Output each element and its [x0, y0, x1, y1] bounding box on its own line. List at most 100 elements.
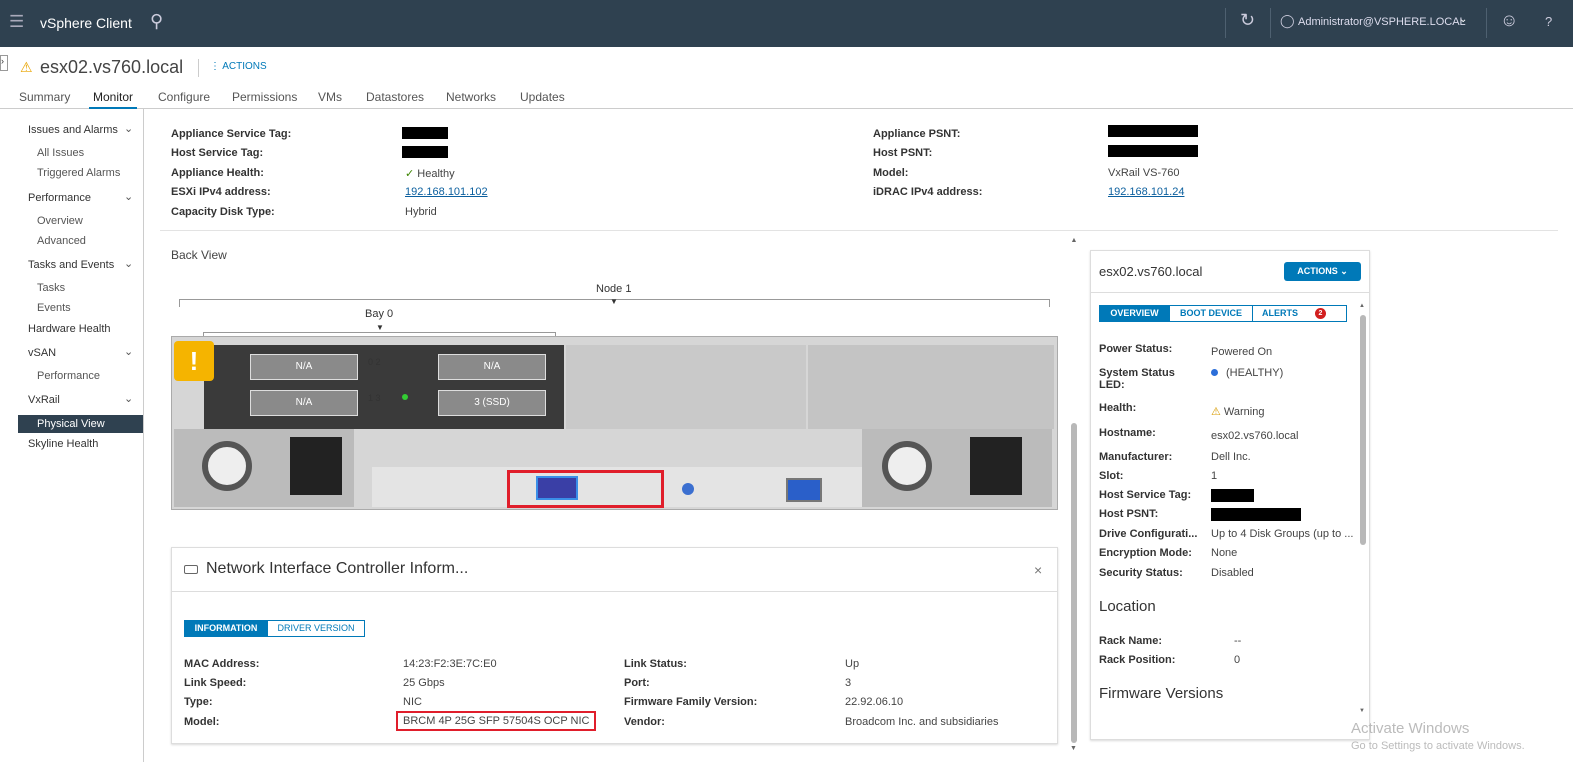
- group-label: Performance: [28, 192, 91, 204]
- link-status-value: Up: [845, 658, 860, 670]
- manufacturer-label: Manufacturer:: [1099, 451, 1173, 463]
- encryption-mode-label: Encryption Mode:: [1099, 547, 1192, 559]
- chevron-down-icon: ⌄: [124, 258, 134, 270]
- nic-info-panel: Network Interface Controller Inform... ×…: [171, 547, 1058, 744]
- slot-numbers: 1 3: [368, 393, 381, 403]
- host-panel-title: esx02.vs760.local: [1099, 264, 1203, 279]
- actions-label: ACTIONS: [1297, 266, 1338, 276]
- warning-icon[interactable]: !: [174, 341, 214, 381]
- tab-overview[interactable]: OVERVIEW: [1099, 305, 1170, 322]
- appliance-health-value: ✓ Healthy: [405, 167, 455, 180]
- help-icon[interactable]: ?: [1545, 14, 1552, 29]
- esxi-ipv4-link[interactable]: 192.168.101.102: [405, 186, 488, 198]
- redacted-value: [1108, 125, 1198, 137]
- security-status-value: Disabled: [1211, 567, 1254, 579]
- drive-configuration-label: Drive Configurati...: [1099, 528, 1198, 540]
- value-text: (HEALTHY): [1226, 367, 1284, 379]
- sidebar-item-overview[interactable]: Overview: [37, 215, 83, 227]
- activate-windows-subtitle: Go to Settings to activate Windows.: [1351, 740, 1525, 752]
- group-issues-and-alarms[interactable]: Issues and Alarms ⌄: [28, 123, 133, 136]
- sidebar-item-tasks[interactable]: Tasks: [37, 282, 65, 294]
- sidebar-item-skyline-health[interactable]: Skyline Health: [28, 438, 98, 450]
- feedback-smiley-icon[interactable]: ☺: [1500, 10, 1518, 31]
- host-warning-icon: ⚠: [20, 59, 33, 75]
- host-psnt-value: [1211, 508, 1301, 521]
- nic-panel-title: Network Interface Controller Inform...: [206, 560, 469, 577]
- slot-value: 1: [1211, 470, 1217, 482]
- host-actions-button[interactable]: ACTIONS ⌄: [1284, 262, 1361, 281]
- sidebar-toggle-icon[interactable]: ›: [0, 55, 8, 71]
- tab-datastores[interactable]: Datastores: [366, 90, 424, 104]
- host-service-tag-label: Host Service Tag:: [171, 147, 264, 159]
- redacted-value: [402, 146, 448, 158]
- tab-configure[interactable]: Configure: [158, 90, 210, 104]
- activate-windows-title: Activate Windows: [1351, 720, 1470, 737]
- sidebar-item-physical-view[interactable]: Physical View: [18, 415, 143, 433]
- idrac-ipv4-label: iDRAC IPv4 address:: [873, 186, 983, 198]
- check-circle-icon: ✓: [405, 168, 415, 180]
- security-status-label: Security Status:: [1099, 567, 1183, 579]
- tab-information[interactable]: INFORMATION: [184, 620, 268, 637]
- chevron-down-icon[interactable]: ⌄: [1459, 14, 1467, 25]
- drive-slot[interactable]: 3 (SSD): [438, 390, 546, 416]
- idrac-ipv4-link[interactable]: 192.168.101.24: [1108, 186, 1184, 198]
- host-service-tag-label: Host Service Tag:: [1099, 489, 1192, 501]
- object-header: › ⚠ esx02.vs760.local ⋮ ACTIONS Summary …: [0, 47, 1573, 110]
- group-label: Issues and Alarms: [28, 124, 118, 136]
- sidebar-item-advanced[interactable]: Advanced: [37, 235, 86, 247]
- user-icon: ◯: [1280, 13, 1295, 28]
- sidebar-item-events[interactable]: Events: [37, 302, 71, 314]
- group-performance[interactable]: Performance ⌄: [28, 191, 133, 204]
- selected-nic-highlight[interactable]: [507, 470, 664, 508]
- menu-icon[interactable]: ☰: [9, 12, 24, 32]
- group-tasks-and-events[interactable]: Tasks and Events ⌄: [28, 258, 133, 271]
- chevron-down-icon: ⌄: [124, 191, 134, 203]
- group-vsan[interactable]: vSAN ⌄: [28, 346, 133, 359]
- sidebar-item-hardware-health[interactable]: Hardware Health: [28, 323, 111, 335]
- search-icon[interactable]: ⚲: [150, 11, 163, 32]
- user-menu[interactable]: Administrator@VSPHERE.LOCAL: [1298, 16, 1466, 28]
- host-panel-scrollbar[interactable]: ▲ ▼: [1359, 303, 1367, 738]
- tab-vms[interactable]: VMs: [318, 90, 342, 104]
- object-title: esx02.vs760.local: [40, 57, 184, 77]
- tab-monitor[interactable]: Monitor: [88, 90, 138, 110]
- tab-summary[interactable]: Summary: [19, 90, 70, 104]
- drive-slot[interactable]: N/A: [250, 354, 358, 380]
- actions-menu[interactable]: ⋮ ACTIONS: [210, 61, 267, 72]
- tab-networks[interactable]: Networks: [446, 90, 496, 104]
- tab-updates[interactable]: Updates: [520, 90, 565, 104]
- main-scrollbar[interactable]: ▲ ▼: [1070, 237, 1078, 755]
- tab-alerts[interactable]: ALERTS 2: [1252, 305, 1347, 322]
- model-label: Model:: [873, 167, 909, 179]
- node-label: Node 1: [596, 283, 632, 295]
- group-label: Tasks and Events: [28, 259, 115, 271]
- appliance-psnt-label: Appliance PSNT:: [873, 128, 961, 140]
- drive-slot[interactable]: N/A: [250, 390, 358, 416]
- health-value: ⚠ Warning: [1211, 405, 1264, 418]
- tab-permissions[interactable]: Permissions: [232, 90, 297, 104]
- sidebar-item-triggered-alarms[interactable]: Triggered Alarms: [37, 167, 120, 179]
- tab-driver-version[interactable]: DRIVER VERSION: [267, 620, 365, 637]
- sidebar-item-vsan-performance[interactable]: Performance: [37, 370, 100, 382]
- close-icon[interactable]: ×: [1034, 562, 1042, 578]
- model-value: BRCM 4P 25G SFP 57504S OCP NIC: [396, 711, 597, 731]
- esxi-ipv4-label: ESXi IPv4 address:: [171, 186, 271, 198]
- capacity-disk-type-label: Capacity Disk Type:: [171, 206, 275, 218]
- drive-slot[interactable]: N/A: [438, 354, 546, 380]
- mac-address-value: 14:23:F2:3E:7C:E0: [403, 658, 497, 670]
- firmware-family-version-value: 22.92.06.10: [845, 696, 904, 708]
- vendor-label: Vendor:: [624, 716, 665, 728]
- port-label: Port:: [624, 677, 650, 689]
- refresh-icon[interactable]: ↻: [1240, 10, 1255, 31]
- sidebar-item-all-issues[interactable]: All Issues: [37, 147, 84, 159]
- health-label: Health:: [1099, 402, 1137, 414]
- appliance-health-label: Appliance Health:: [171, 167, 264, 179]
- alerts-label: ALERTS: [1262, 308, 1298, 318]
- model-label: Model:: [184, 716, 220, 728]
- tab-boot-device[interactable]: BOOT DEVICE: [1169, 305, 1253, 322]
- value-text: Powered On: [1211, 346, 1273, 358]
- host-details-panel: esx02.vs760.local ACTIONS ⌄ OVERVIEW BOO…: [1090, 250, 1370, 740]
- location-heading: Location: [1099, 598, 1156, 615]
- app-title[interactable]: vSphere Client: [40, 15, 132, 31]
- group-vxrail[interactable]: VxRail ⌄: [28, 393, 133, 406]
